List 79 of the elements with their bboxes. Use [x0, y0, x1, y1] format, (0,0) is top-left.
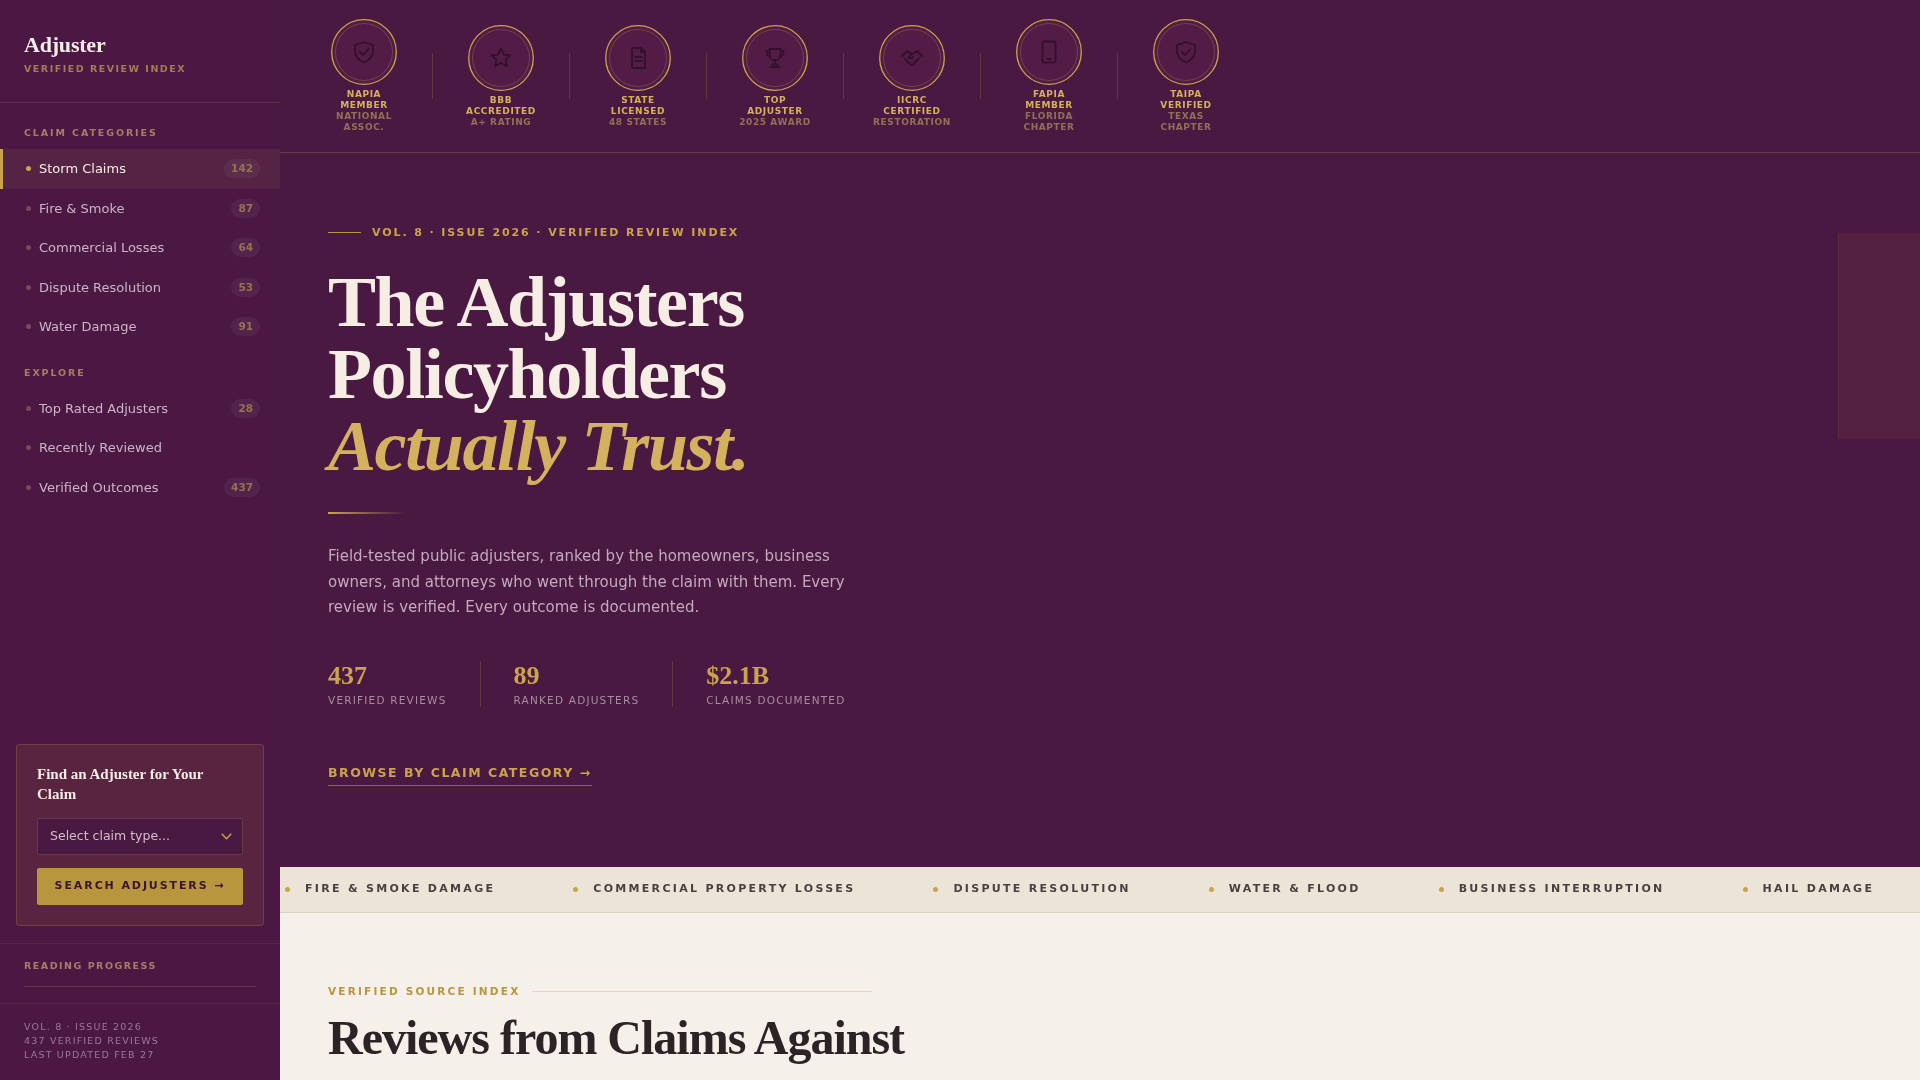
- nav-item[interactable]: Water Damage 91: [0, 307, 280, 347]
- credential-detail: A+ RATING: [470, 116, 532, 128]
- nav-item[interactable]: Storm Claims 142: [0, 149, 280, 189]
- stat-label: RANKED ADJUSTERS: [513, 692, 640, 707]
- credential-name: IICRC CERTIFIED: [883, 94, 941, 117]
- stat-label: VERIFIED REVIEWS: [328, 692, 447, 707]
- section-heading: CLAIM CATEGORIES: [23, 126, 159, 140]
- section-heading: EXPLORE: [23, 365, 87, 380]
- credential-detail: FLORIDA CHAPTER: [1022, 111, 1076, 133]
- credential-detail: RESTORATION: [873, 116, 951, 128]
- count-badge: 437: [224, 477, 260, 497]
- ticker-item: HAIL DAMAGE: [1762, 881, 1875, 898]
- credential-name: STATE LICENSED: [610, 94, 666, 117]
- count-badge: 53: [231, 277, 260, 297]
- count-badge: 64: [231, 238, 260, 258]
- search-button[interactable]: SEARCH ADJUSTERS →: [37, 868, 243, 905]
- dot-icon: [1208, 887, 1214, 892]
- shield-seal-icon: [1153, 19, 1219, 85]
- section-title: Reviews from Claims Against: [328, 1011, 905, 1064]
- credential-detail: TEXAS CHAPTER: [1159, 111, 1213, 133]
- ticker-item: WATER & FLOOD: [1228, 881, 1361, 898]
- claim-type-dropdown[interactable]: Select claim type...: [37, 818, 243, 855]
- dot-icon: [26, 166, 31, 172]
- progress-label: READING PROGRESS: [24, 960, 158, 972]
- browse-link[interactable]: BROWSE BY CLAIM CATEGORY →: [328, 764, 592, 786]
- dot-icon: [26, 324, 31, 330]
- stat-value: $2.1B: [706, 660, 771, 691]
- chevron-down-icon: [221, 833, 232, 840]
- dot-icon: [285, 887, 290, 892]
- document-seal-icon: [605, 24, 671, 91]
- star-seal-icon: [468, 24, 534, 91]
- footer-text: LAST UPDATED FEB 27: [24, 1048, 156, 1062]
- ticker-item: DISPUTE RESOLUTION: [953, 881, 1131, 898]
- nav-item[interactable]: Fire & Smoke 87: [0, 188, 280, 228]
- brand-name: Adjuster: [24, 32, 107, 58]
- nav-item[interactable]: Recently Reviewed: [0, 428, 280, 468]
- dot-icon: [1742, 887, 1748, 892]
- dot-icon: [26, 284, 31, 290]
- credential-name: TOP ADJUSTER: [747, 94, 803, 117]
- count-badge: 142: [224, 159, 260, 179]
- card-title: Find an Adjuster for Your Claim: [37, 765, 205, 804]
- intro-paragraph: Field-tested public adjusters, ranked by the homeowners, business owners, and attorneys who went through the claim with them. Every review is verified. Every outcome is documented.: [328, 546, 846, 618]
- dot-icon: [26, 205, 31, 211]
- dot-icon: [26, 484, 31, 490]
- count-badge: 28: [231, 398, 260, 418]
- dot-icon: [26, 405, 31, 411]
- dot-icon: [26, 445, 31, 451]
- trophy-seal-icon: [742, 24, 808, 91]
- credential-name: TAIPA VERIFIED: [1160, 89, 1212, 111]
- shield-seal-icon: [331, 19, 397, 85]
- credential-detail: 2025 AWARD: [739, 116, 811, 128]
- credential-detail: NATIONAL ASSOC.: [335, 111, 393, 133]
- credential-name: NAPIA MEMBER: [340, 89, 388, 111]
- nav-item[interactable]: Dispute Resolution 53: [0, 267, 280, 307]
- stat-label: CLAIMS DOCUMENTED: [706, 692, 846, 707]
- footer-text: VOL. 8 · ISSUE 2026: [24, 1020, 144, 1034]
- stat-value: 89: [513, 660, 541, 691]
- section-eyebrow: VERIFIED SOURCE INDEX: [328, 985, 521, 997]
- credential-detail: 48 STATES: [609, 116, 667, 128]
- count-badge: 91: [231, 317, 260, 337]
- stat-value: 437: [328, 660, 368, 691]
- nav-item[interactable]: Verified Outcomes 437: [0, 467, 280, 507]
- footer-text: 437 VERIFIED REVIEWS: [24, 1034, 160, 1048]
- dot-icon: [573, 887, 579, 892]
- nav-item[interactable]: Top Rated Adjusters 28: [0, 388, 280, 428]
- credential-name: BBB ACCREDITED: [466, 94, 536, 117]
- tablet-seal-icon: [1016, 19, 1082, 85]
- ticker-item: COMMERCIAL PROPERTY LOSSES: [593, 881, 856, 898]
- dot-icon: [26, 245, 31, 251]
- issue-eyebrow: VOL. 8 · ISSUE 2026 · VERIFIED REVIEW INDEX: [372, 226, 740, 239]
- nav-item[interactable]: Commercial Losses 64: [0, 228, 280, 268]
- credential-name: FAPIA MEMBER: [1025, 89, 1073, 111]
- dot-icon: [1438, 887, 1444, 892]
- dot-icon: [933, 887, 939, 892]
- ticker-item: BUSINESS INTERRUPTION: [1458, 881, 1665, 898]
- ticker-item: FIRE & SMOKE DAMAGE: [305, 881, 496, 898]
- handshake-seal-icon: [879, 24, 945, 91]
- brand-tagline: VERIFIED REVIEW INDEX: [24, 63, 188, 75]
- count-badge: 87: [231, 198, 260, 218]
